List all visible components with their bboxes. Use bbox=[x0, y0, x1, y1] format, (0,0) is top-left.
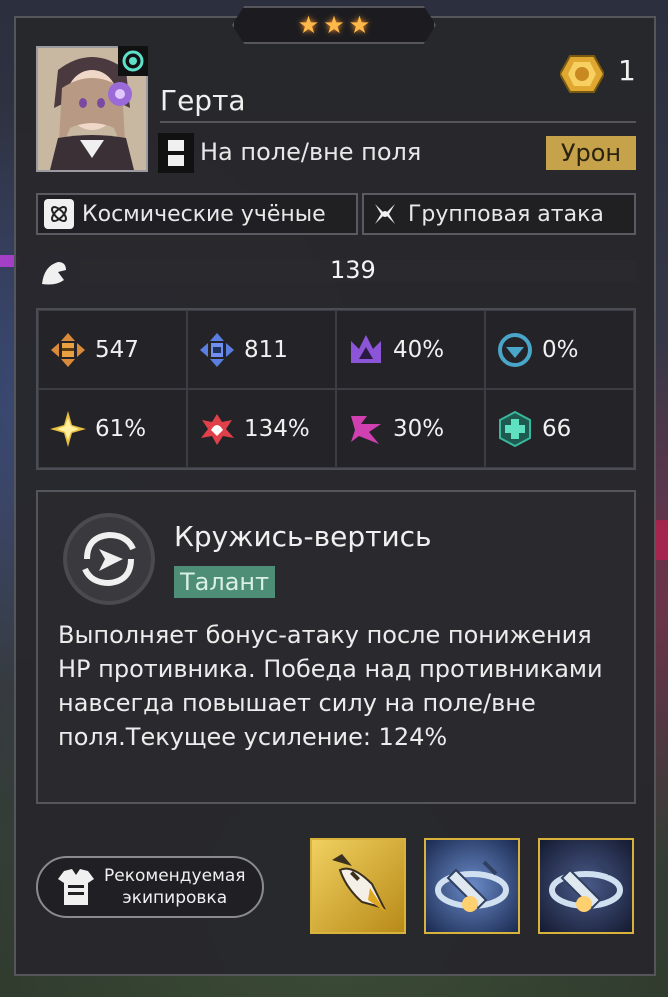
tag-space-scholars[interactable]: Космические учёные bbox=[36, 193, 358, 235]
talent-type-badge: Талант bbox=[174, 566, 276, 598]
crit-dmg-icon bbox=[201, 413, 234, 445]
stat-value: 61% bbox=[95, 415, 147, 442]
stat-attack: 811 bbox=[187, 310, 336, 389]
shield-icon bbox=[498, 332, 532, 367]
relic-slot-2[interactable] bbox=[424, 838, 520, 934]
stat-heal: 66 bbox=[485, 389, 634, 468]
circle-dot-icon bbox=[118, 46, 148, 76]
defense-icon bbox=[200, 332, 234, 367]
stat-value: 40% bbox=[393, 336, 445, 363]
stat-value: 547 bbox=[95, 336, 139, 363]
crit-rate-icon bbox=[50, 410, 86, 447]
stat-value: 134% bbox=[244, 415, 310, 442]
talent-description: Выполняет бонус-атаку после понижения HP… bbox=[58, 621, 603, 751]
recommended-gear-button[interactable]: Рекомендуемая экипировка bbox=[36, 856, 264, 918]
stat-value: 30% bbox=[393, 415, 445, 442]
talent-panel: Кружись-вертись Талант Выполняет бонус-а… bbox=[36, 490, 636, 804]
talent-name: Кружись-вертись bbox=[174, 520, 432, 553]
stat-crit-dmg: 134% bbox=[187, 389, 336, 468]
heal-icon bbox=[499, 410, 531, 447]
path-icon bbox=[158, 133, 194, 173]
eidolon-coin-icon bbox=[560, 55, 604, 93]
level-value: 139 bbox=[330, 256, 376, 284]
stat-value: 66 bbox=[542, 415, 572, 442]
stat-crit-rate: 61% bbox=[38, 389, 187, 468]
satellite-relic-icon bbox=[549, 860, 623, 912]
tag-aoe-attack[interactable]: Групповая атака bbox=[362, 193, 636, 235]
currency-count: 1 bbox=[618, 54, 636, 87]
scholars-icon bbox=[44, 199, 74, 229]
character-name: Герта bbox=[160, 84, 246, 117]
stats-grid: 547 811 40% 0% 61% 134% 30% 66 bbox=[36, 308, 636, 470]
relic-slot-3[interactable] bbox=[538, 838, 634, 934]
star-icon: ★ bbox=[348, 11, 371, 39]
stat-break: 30% bbox=[336, 389, 485, 468]
rocket-relic-icon bbox=[332, 854, 386, 912]
recommended-gear-label: Рекомендуемая экипировка bbox=[104, 866, 246, 908]
aoe-attack-icon bbox=[370, 199, 400, 229]
armor-icon bbox=[58, 869, 94, 905]
rarity-stars: ★ ★ ★ bbox=[232, 6, 436, 44]
role-badge: Урон bbox=[546, 136, 636, 170]
tag-label: Космические учёные bbox=[82, 201, 326, 227]
stat-value: 811 bbox=[244, 336, 288, 363]
star-icon: ★ bbox=[297, 11, 320, 39]
path-label: На поле/вне поля bbox=[200, 138, 422, 166]
stat-hp: 547 bbox=[38, 310, 187, 389]
stat-value: 0% bbox=[542, 336, 579, 363]
stat-crown: 40% bbox=[336, 310, 485, 389]
satellite-relic-icon bbox=[435, 860, 509, 912]
stat-shield: 0% bbox=[485, 310, 634, 389]
attack-icon bbox=[51, 332, 85, 367]
break-icon bbox=[351, 415, 381, 444]
divider bbox=[160, 121, 636, 123]
crown-icon bbox=[351, 334, 381, 363]
star-icon: ★ bbox=[323, 11, 345, 39]
talent-spin-icon bbox=[60, 510, 158, 608]
relic-slot-1[interactable] bbox=[310, 838, 406, 934]
tag-label: Групповая атака bbox=[408, 201, 604, 227]
level-icon bbox=[42, 262, 66, 285]
